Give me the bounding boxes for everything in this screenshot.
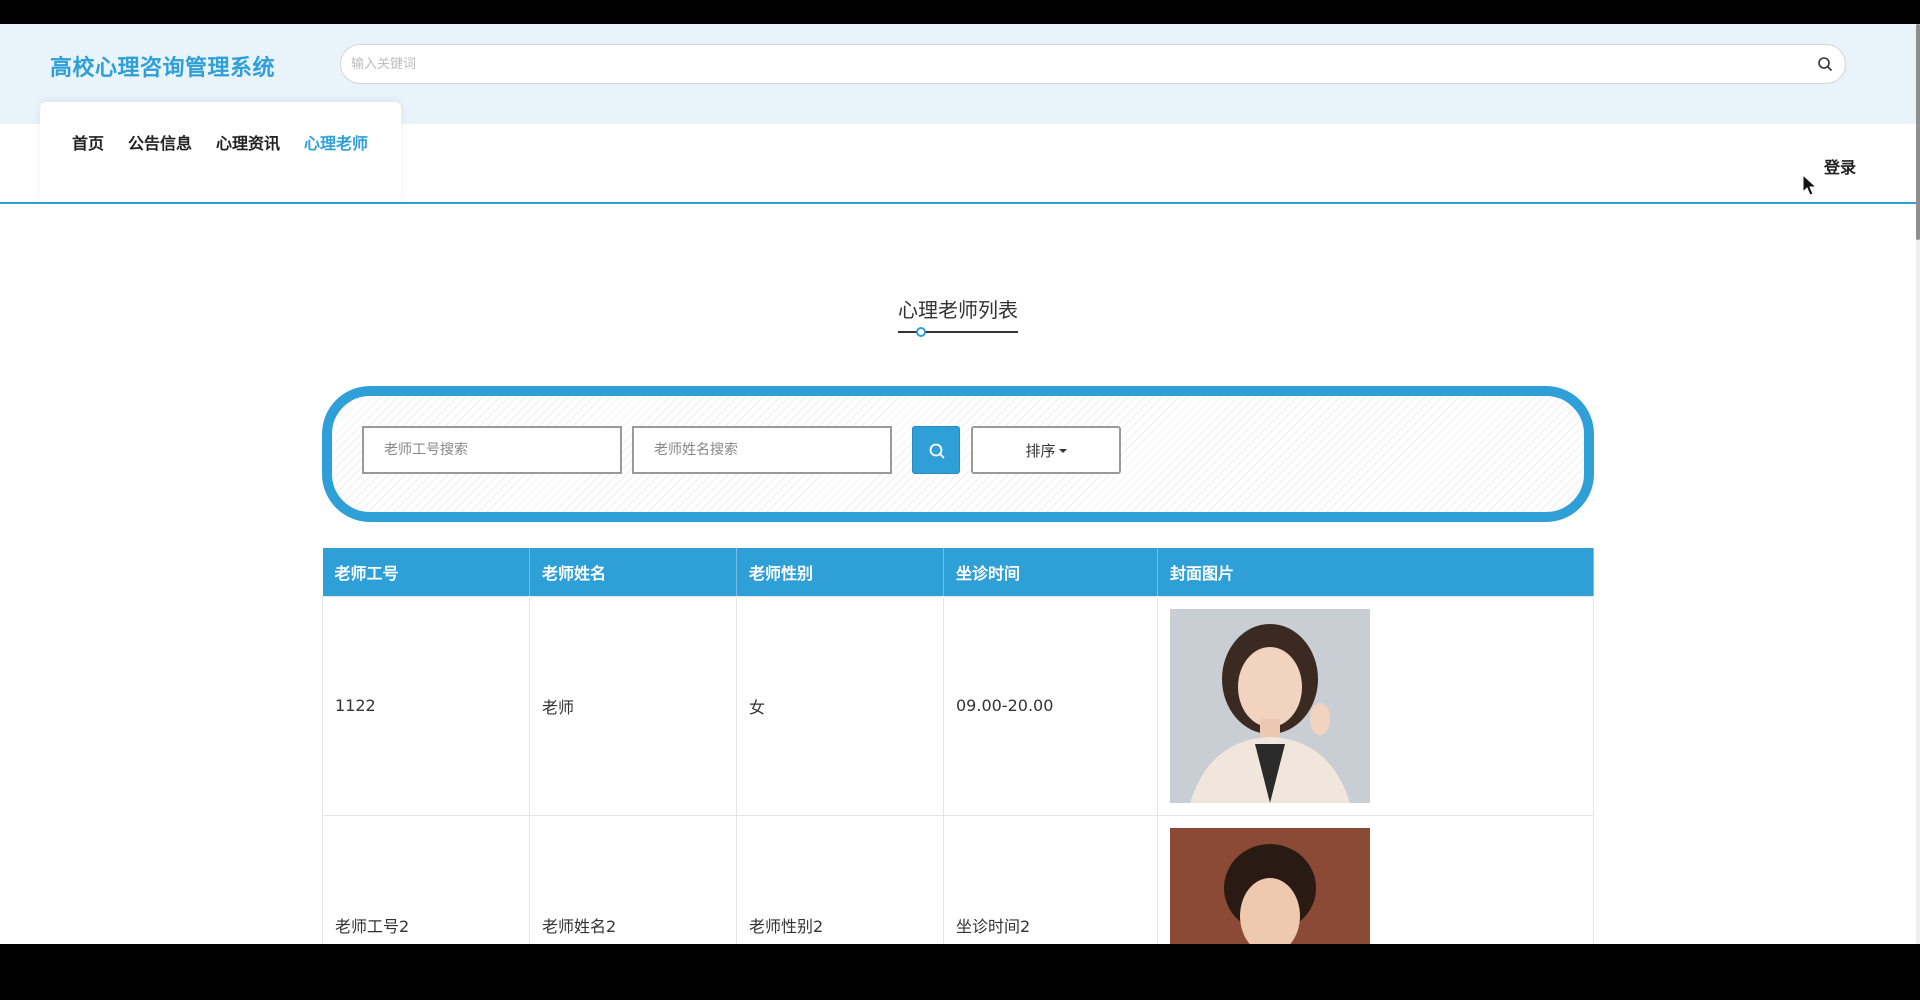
cell-cover-image	[1157, 595, 1594, 816]
teacher-name-search-input[interactable]	[632, 426, 892, 474]
nav-item-teachers[interactable]: 心理老师	[304, 130, 368, 154]
title-underline-dot	[916, 327, 926, 337]
table-header-row: 老师工号 老师姓名 老师性别 坐诊时间 封面图片	[322, 548, 1594, 596]
search-input[interactable]	[351, 45, 1801, 83]
cell-clinic-time: 坐诊时间2	[943, 814, 1158, 944]
teacher-photo-male[interactable]	[1170, 827, 1370, 944]
letterbox-bottom	[0, 944, 1920, 1000]
search-icon[interactable]	[1817, 56, 1833, 72]
table-row[interactable]: 老师工号2 老师姓名2 老师性别2 坐诊时间2	[322, 814, 1594, 944]
cell-teacher-id: 老师工号2	[322, 814, 530, 944]
letterbox-top	[0, 0, 1920, 24]
teacher-table: 老师工号 老师姓名 老师性别 坐诊时间 封面图片 1122 老师 女 09.00…	[322, 548, 1594, 944]
cell-teacher-id: 1122	[322, 595, 530, 816]
mouse-cursor-icon	[1802, 174, 1818, 196]
caret-down-icon	[1058, 449, 1067, 453]
cell-teacher-name: 老师姓名2	[529, 814, 737, 944]
nav-item-news[interactable]: 心理资讯	[216, 130, 280, 154]
column-header-cover-image: 封面图片	[1157, 548, 1594, 596]
page-title: 心理老师列表	[898, 298, 1018, 322]
cell-teacher-name: 老师	[529, 595, 737, 816]
teacher-id-search-input[interactable]	[362, 426, 622, 474]
cell-clinic-time: 09.00-20.00	[943, 595, 1158, 816]
vertical-scrollbar[interactable]	[1916, 24, 1920, 944]
cell-teacher-gender: 老师性别2	[736, 814, 944, 944]
site-brand[interactable]: 高校心理咨询管理系统	[50, 50, 275, 82]
column-header-teacher-gender: 老师性别	[736, 548, 944, 596]
browser-viewport: 高校心理咨询管理系统 首页 公告信息 心理资讯 心理老师 登录 心理老师列表	[0, 24, 1920, 944]
scrollbar-thumb[interactable]	[1916, 24, 1920, 240]
cell-teacher-gender: 女	[736, 595, 944, 816]
nav-item-announcements[interactable]: 公告信息	[128, 130, 192, 154]
nav-items: 首页 公告信息 心理资讯 心理老师	[72, 130, 368, 154]
search-bar[interactable]	[340, 44, 1846, 84]
table-row[interactable]: 1122 老师 女 09.00-20.00	[322, 595, 1594, 816]
column-header-clinic-time: 坐诊时间	[943, 548, 1158, 596]
login-link[interactable]: 登录	[1824, 154, 1856, 178]
column-header-teacher-name: 老师姓名	[529, 548, 737, 596]
nav-item-home[interactable]: 首页	[72, 130, 104, 154]
cell-cover-image	[1157, 814, 1594, 944]
main-nav: 首页 公告信息 心理资讯 心理老师 登录	[0, 102, 1916, 204]
filter-panel: 排序	[322, 386, 1594, 522]
column-header-teacher-id: 老师工号	[322, 548, 530, 596]
sort-label: 排序	[1025, 441, 1056, 460]
sort-dropdown-button[interactable]: 排序	[971, 426, 1121, 474]
teacher-photo-female[interactable]	[1170, 608, 1370, 803]
nav-card: 首页 公告信息 心理资讯 心理老师	[40, 102, 401, 202]
search-icon	[929, 443, 945, 459]
filter-search-button[interactable]	[912, 426, 960, 474]
